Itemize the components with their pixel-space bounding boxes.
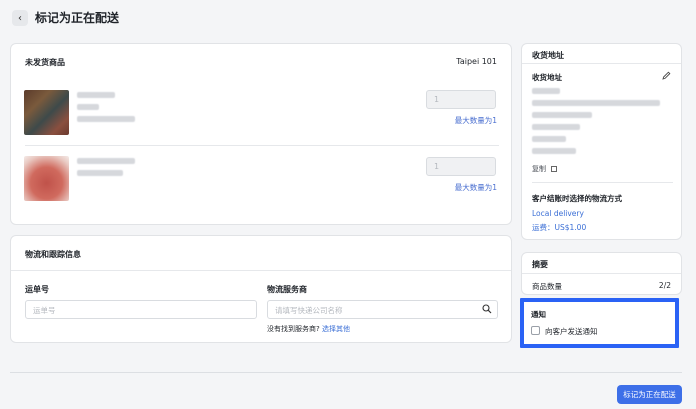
quantity-input[interactable]: 1	[426, 90, 496, 109]
tracking-title: 物流和跟踪信息	[25, 250, 81, 259]
top-bar: ‹ 标记为正在配送	[0, 0, 696, 38]
address-lines	[532, 88, 660, 154]
address-divider	[532, 182, 673, 183]
highlight-frame	[520, 298, 679, 348]
product-info	[77, 92, 137, 122]
summary-card: 摘要 商品数量 2/2	[521, 252, 682, 295]
tracking-number-input[interactable]: 运单号	[25, 300, 257, 319]
address-card: 收货地址 收货地址 复制 客户结账时选择的物流方式 Local delivery…	[521, 43, 682, 240]
copy-icon	[551, 166, 558, 172]
item-divider	[25, 145, 499, 146]
unshipped-title: 未发货商品	[25, 58, 65, 67]
item-count-value: 2/2	[658, 281, 671, 290]
copy-button[interactable]: 复制	[532, 164, 558, 174]
address-divider	[522, 63, 681, 64]
tracking-card: 物流和跟踪信息 运单号 运单号 物流服务商 请填写快递公司名称 没有找到服务商?…	[10, 235, 512, 343]
location-label: Taipei 101	[456, 57, 497, 66]
tracking-number-label: 运单号	[25, 285, 49, 294]
product-image	[24, 90, 69, 135]
edit-icon[interactable]	[662, 71, 671, 82]
shipping-method-title: 客户结账时选择的物流方式	[532, 194, 622, 203]
max-quantity-label: 最大数量为1	[454, 116, 497, 125]
carrier-placeholder: 请填写快递公司名称	[275, 306, 343, 315]
max-quantity-label: 最大数量为1	[454, 183, 497, 192]
address-subtitle: 收货地址	[532, 73, 562, 82]
summary-divider	[522, 273, 681, 274]
unshipped-items-card: 未发货商品 Taipei 101 1 最大数量为1 1 最大数量为1	[10, 43, 512, 225]
tracking-divider	[11, 270, 511, 271]
item-count-label: 商品数量	[532, 282, 562, 291]
product-image	[24, 156, 69, 201]
quantity-input[interactable]: 1	[426, 157, 496, 176]
not-found-text: 没有找到服务商?	[267, 325, 320, 333]
shipping-fee: 运费：US$1.00	[532, 223, 587, 232]
product-info	[77, 158, 137, 176]
search-icon	[482, 304, 492, 316]
carrier-not-found: 没有找到服务商? 选择其他	[267, 324, 350, 334]
address-title: 收货地址	[532, 51, 564, 60]
back-button[interactable]: ‹	[12, 10, 28, 26]
carrier-search-input[interactable]: 请填写快递公司名称	[267, 300, 498, 319]
page-title: 标记为正在配送	[35, 11, 120, 25]
carrier-label: 物流服务商	[267, 285, 307, 294]
copy-label: 复制	[532, 165, 546, 173]
mark-as-shipping-button[interactable]: 标记为正在配送	[617, 385, 682, 404]
footer-divider	[10, 372, 682, 373]
shipping-method: Local delivery	[532, 209, 584, 218]
summary-title: 摘要	[532, 260, 548, 269]
chevron-left-icon: ‹	[18, 12, 22, 24]
select-other-link[interactable]: 选择其他	[322, 325, 350, 333]
